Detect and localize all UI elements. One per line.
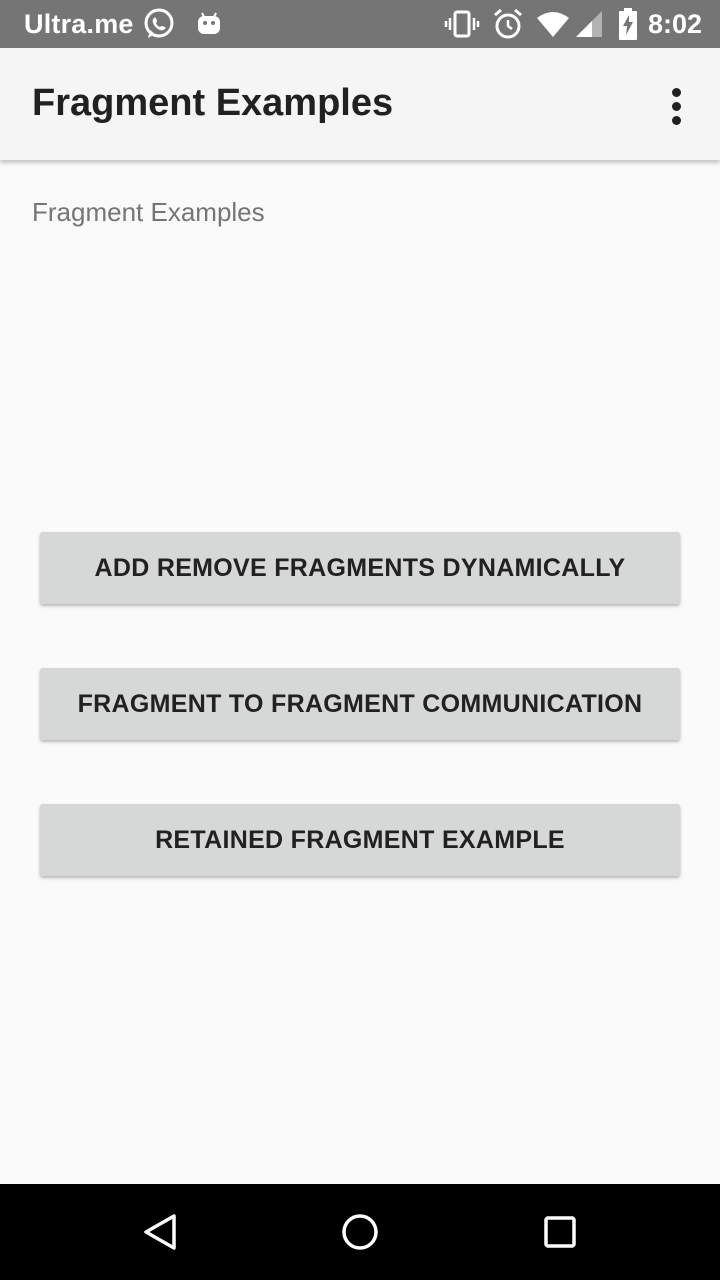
back-icon[interactable] <box>136 1208 184 1256</box>
alarm-icon <box>492 8 524 40</box>
status-bar: Ultra.me 8:02 <box>0 0 720 48</box>
retained-fragment-button[interactable]: RETAINED FRAGMENT EXAMPLE <box>40 804 680 876</box>
status-bar-right: 8:02 <box>444 8 720 40</box>
add-remove-fragments-button[interactable]: ADD REMOVE FRAGMENTS DYNAMICALLY <box>40 532 680 604</box>
home-icon[interactable] <box>336 1208 384 1256</box>
app-title: Fragment Examples <box>32 82 394 124</box>
navigation-bar <box>0 1184 720 1280</box>
overflow-menu-icon[interactable] <box>652 82 700 130</box>
battery-charging-icon <box>618 8 638 40</box>
fragment-communication-button[interactable]: FRAGMENT TO FRAGMENT COMMUNICATION <box>40 668 680 740</box>
android-icon <box>196 10 222 38</box>
main-content: Fragment Examples ADD REMOVE FRAGMENTS D… <box>0 160 720 1184</box>
recents-icon[interactable] <box>536 1208 584 1256</box>
status-bar-left: Ultra.me <box>0 7 222 41</box>
page-subtitle: Fragment Examples <box>32 197 265 227</box>
status-clock: 8:02 <box>647 8 702 39</box>
signal-icon <box>574 10 604 38</box>
carrier-name: Ultra.me <box>24 8 134 39</box>
vibrate-icon <box>444 9 480 39</box>
wifi-icon <box>536 10 570 38</box>
app-bar: Fragment Examples <box>0 48 720 160</box>
whatsapp-icon <box>142 7 176 41</box>
